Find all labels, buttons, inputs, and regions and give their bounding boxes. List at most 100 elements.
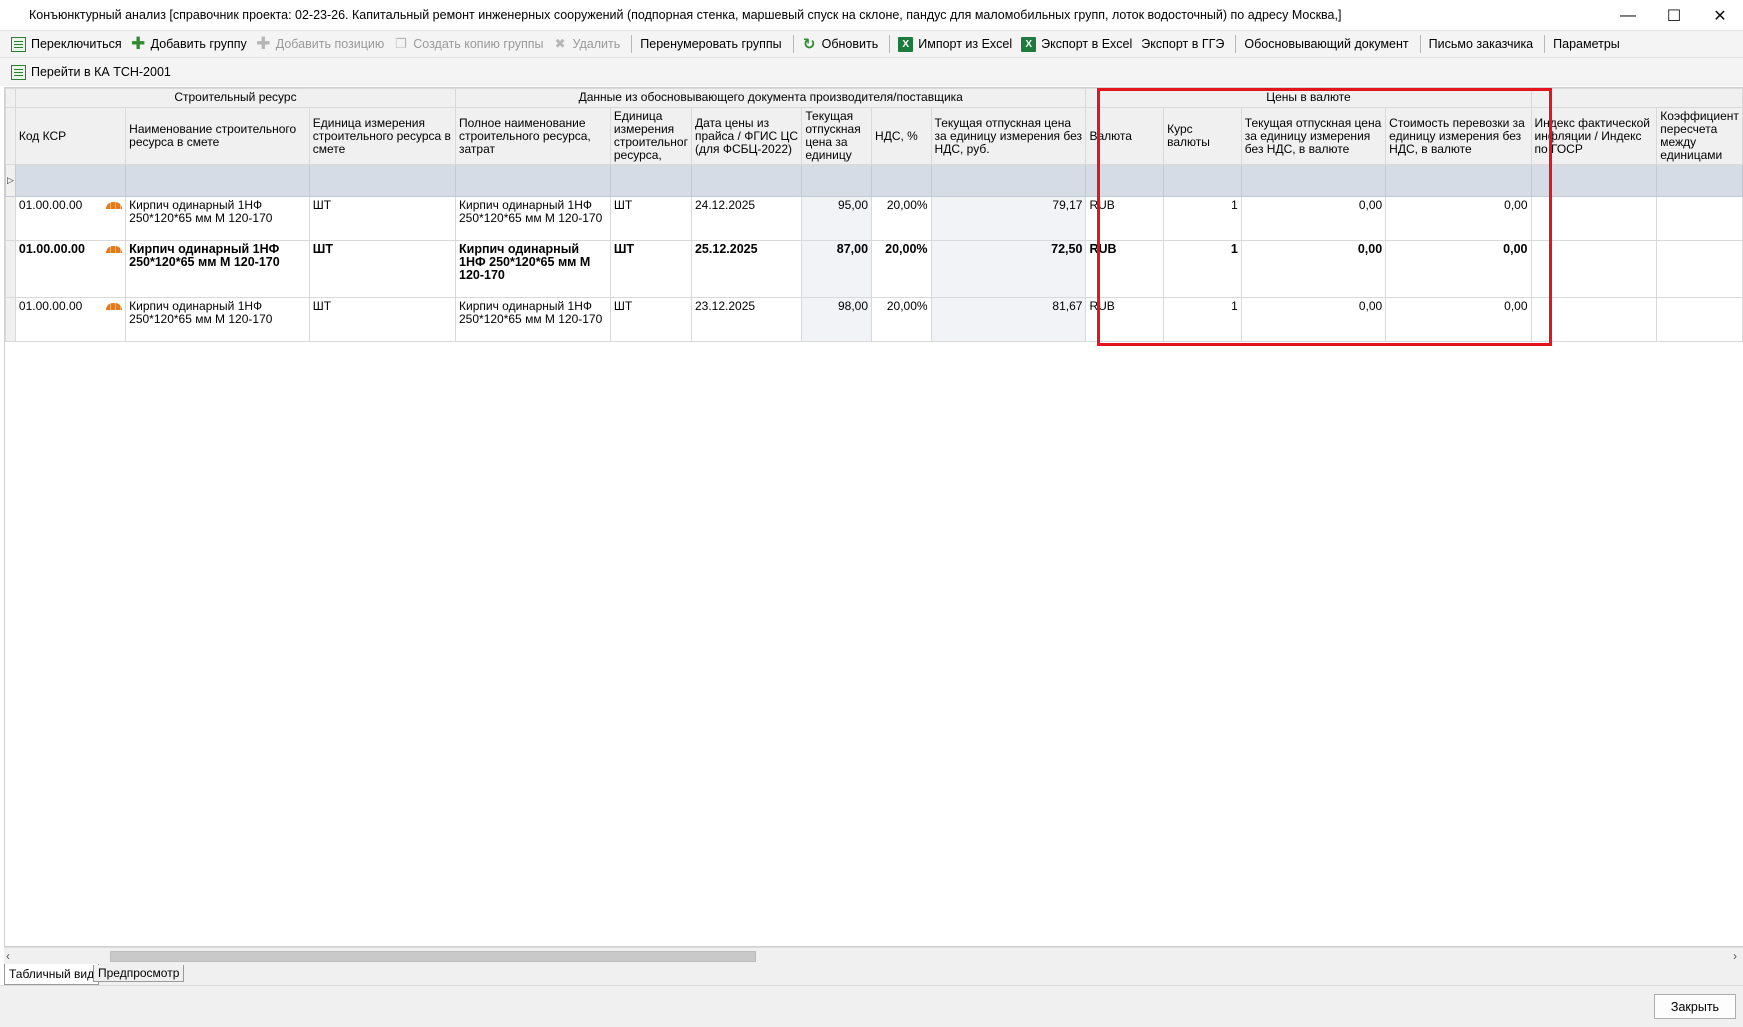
- column-header[interactable]: Стоимость перевозки за единицу измерения…: [1385, 107, 1532, 165]
- cell-price-cur[interactable]: 0,00: [1240, 240, 1387, 298]
- cell-full-name[interactable]: Кирпич одинарный 1НФ 250*120*65 мм М 120…: [455, 297, 611, 342]
- filter-cell[interactable]: [801, 164, 873, 197]
- data-grid[interactable]: Строительный ресурс Данные из обосновыва…: [4, 87, 1743, 947]
- column-header[interactable]: Единица измерения строительног ресурса,: [609, 107, 692, 165]
- tab-table-view[interactable]: Табличный вид: [4, 964, 100, 985]
- justifying-document-button[interactable]: Обосновывающий документ: [1241, 33, 1414, 55]
- cell-code[interactable]: 01.00.00.00: [14, 196, 127, 241]
- export-gge-button[interactable]: Экспорт в ГГЭ: [1138, 33, 1230, 55]
- cell-unit2[interactable]: ШТ: [609, 297, 692, 342]
- filter-cell[interactable]: [1085, 164, 1165, 197]
- cell-price[interactable]: 87,00: [801, 240, 873, 298]
- minimize-button[interactable]: —: [1605, 0, 1651, 31]
- customer-letter-button[interactable]: Письмо заказчика: [1426, 33, 1540, 55]
- column-header[interactable]: Полное наименование строительного ресурс…: [455, 107, 611, 165]
- cell-code[interactable]: 01.00.00.00: [14, 240, 127, 298]
- scrollbar-thumb[interactable]: [110, 951, 756, 962]
- import-excel-button[interactable]: X Импорт из Excel: [895, 33, 1018, 55]
- cell-date[interactable]: 23.12.2025: [690, 297, 803, 342]
- refresh-button[interactable]: ↻ Обновить: [799, 33, 885, 55]
- cell-full-name[interactable]: Кирпич одинарный 1НФ 250*120*65 мм М 120…: [455, 240, 611, 298]
- column-header[interactable]: Код КСР: [14, 107, 127, 165]
- row-header-cell[interactable]: [5, 196, 16, 241]
- parameters-button[interactable]: Параметры: [1550, 33, 1626, 55]
- cell-rate[interactable]: 1: [1163, 297, 1242, 342]
- cell-name[interactable]: Кирпич одинарный 1НФ 250*120*65 мм М 120…: [125, 196, 310, 241]
- close-button[interactable]: Закрыть: [1654, 994, 1736, 1019]
- filter-cell[interactable]: [125, 164, 310, 197]
- cell-vat[interactable]: 20,00%: [871, 196, 932, 241]
- cell-price-cur[interactable]: 0,00: [1240, 196, 1387, 241]
- cell-price-no-vat[interactable]: 79,17: [930, 196, 1087, 241]
- filter-cell[interactable]: [1163, 164, 1242, 197]
- cell-price-no-vat[interactable]: 81,67: [930, 297, 1087, 342]
- cell-price-no-vat[interactable]: 72,50: [930, 240, 1087, 298]
- cell-rate[interactable]: 1: [1163, 196, 1242, 241]
- filter-cell[interactable]: [1530, 164, 1658, 197]
- cell-vat[interactable]: 20,00%: [871, 297, 932, 342]
- cell-code[interactable]: 01.00.00.00: [14, 297, 127, 342]
- row-header-cell[interactable]: [5, 297, 16, 342]
- column-header[interactable]: Текущая отпускная цена за единицу: [801, 107, 873, 165]
- column-header[interactable]: Наименование строительного ресурса в сме…: [125, 107, 310, 165]
- cell-name[interactable]: Кирпич одинарный 1НФ 250*120*65 мм М 120…: [125, 297, 310, 342]
- cell-unit[interactable]: ШТ: [308, 297, 457, 342]
- cell-price-cur[interactable]: 0,00: [1240, 297, 1387, 342]
- filter-cell[interactable]: [308, 164, 457, 197]
- add-position-button[interactable]: ✚ Добавить позицию: [253, 33, 391, 55]
- column-header[interactable]: Индекс фактической инфляции / Индекс по …: [1530, 107, 1658, 165]
- cell-unit[interactable]: ШТ: [308, 240, 457, 298]
- close-window-button[interactable]: ✕: [1697, 0, 1743, 31]
- cell-empty[interactable]: [1530, 196, 1658, 241]
- column-header[interactable]: Текущая отпускная цена за единицу измере…: [930, 107, 1087, 165]
- filter-cell[interactable]: [455, 164, 611, 197]
- filter-cell[interactable]: [930, 164, 1087, 197]
- column-header[interactable]: Единица измерения строительного ресурса …: [308, 107, 457, 165]
- column-header[interactable]: Коэффициент пересчета между единицами: [1656, 107, 1743, 165]
- cell-empty[interactable]: [1530, 297, 1658, 342]
- cell-price[interactable]: 98,00: [801, 297, 873, 342]
- cell-empty[interactable]: [1656, 196, 1743, 241]
- filter-cell[interactable]: [14, 164, 127, 197]
- delete-button[interactable]: ✖ Удалить: [550, 33, 627, 55]
- renumber-groups-button[interactable]: Перенумеровать группы: [637, 33, 787, 55]
- cell-empty[interactable]: [1656, 297, 1743, 342]
- table-row[interactable]: 01.00.00.00 Кирпич одинарный 1НФ 250*120*…: [5, 196, 1743, 241]
- tab-preview[interactable]: Предпросмотр: [93, 965, 185, 982]
- cell-empty[interactable]: [1530, 240, 1658, 298]
- filter-cell[interactable]: [609, 164, 692, 197]
- cell-transport-cur[interactable]: 0,00: [1385, 297, 1532, 342]
- cell-transport-cur[interactable]: 0,00: [1385, 240, 1532, 298]
- cell-price[interactable]: 95,00: [801, 196, 873, 241]
- column-header[interactable]: Текущая отпускная цена за единицу измере…: [1240, 107, 1387, 165]
- cell-unit[interactable]: ШТ: [308, 196, 457, 241]
- export-excel-button[interactable]: X Экспорт в Excel: [1018, 33, 1138, 55]
- cell-date[interactable]: 24.12.2025: [690, 196, 803, 241]
- row-header-cell[interactable]: [5, 240, 16, 298]
- add-group-button[interactable]: ✚ Добавить группу: [128, 33, 253, 55]
- goto-ka-button[interactable]: Перейти в КА ТСН-2001: [8, 61, 177, 83]
- copy-group-button[interactable]: ❐ Создать копию группы: [390, 33, 549, 55]
- horizontal-scrollbar[interactable]: ‹ ›: [4, 947, 1743, 964]
- cell-currency[interactable]: RUB: [1085, 240, 1165, 298]
- cell-name[interactable]: Кирпич одинарный 1НФ 250*120*65 мм М 120…: [125, 240, 310, 298]
- table-row[interactable]: 01.00.00.00 Кирпич одинарный 1НФ 250*120*…: [5, 240, 1743, 298]
- switch-button[interactable]: Переключиться: [8, 33, 128, 55]
- filter-cell[interactable]: [1385, 164, 1532, 197]
- scroll-left-icon[interactable]: ‹: [6, 949, 10, 963]
- maximize-button[interactable]: ☐: [1651, 0, 1697, 31]
- cell-date[interactable]: 25.12.2025: [690, 240, 803, 298]
- cell-currency[interactable]: RUB: [1085, 297, 1165, 342]
- cell-rate[interactable]: 1: [1163, 240, 1242, 298]
- scroll-right-icon[interactable]: ›: [1733, 949, 1737, 963]
- table-row[interactable]: 01.00.00.00 Кирпич одинарный 1НФ 250*120*…: [5, 297, 1743, 342]
- column-header[interactable]: Дата цены из прайса / ФГИС ЦС (для ФСБЦ-…: [690, 107, 803, 165]
- filter-cell[interactable]: [1656, 164, 1743, 197]
- cell-transport-cur[interactable]: 0,00: [1385, 196, 1532, 241]
- column-header[interactable]: Курс валюты: [1163, 107, 1242, 165]
- cell-empty[interactable]: [1656, 240, 1743, 298]
- filter-cell[interactable]: [871, 164, 932, 197]
- cell-unit2[interactable]: ШТ: [609, 240, 692, 298]
- column-header[interactable]: Валюта: [1085, 107, 1165, 165]
- cell-vat[interactable]: 20,00%: [871, 240, 932, 298]
